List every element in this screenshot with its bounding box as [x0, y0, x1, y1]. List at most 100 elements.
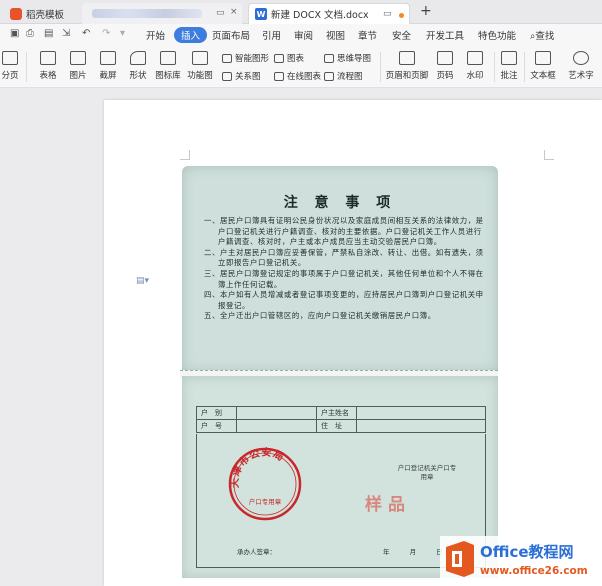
table-row: 户 号 住 址: [196, 419, 486, 433]
table-row: 户 别 户主姓名: [196, 406, 486, 420]
smart-art-button[interactable]: 智能图形: [222, 52, 269, 64]
search-label: 查找: [535, 31, 555, 42]
tab-bar: 稻壳模板 ▭ × W 新建 DOCX 文档.docx ▭ +: [0, 0, 602, 24]
notice-item: 一、居民户口簿具有证明公民身份状况以及家庭成员间相互关系的法律效力，是户口登记机…: [204, 216, 484, 247]
flowchart-button[interactable]: 流程图: [324, 70, 363, 82]
table-cell: 户 号: [196, 419, 237, 433]
menu-features[interactable]: 特色功能: [478, 28, 516, 42]
page-break-icon: [2, 51, 18, 65]
register-table: 户 别 户主姓名 户 号 住 址: [196, 406, 486, 433]
more-chevron-icon[interactable]: ▾: [120, 28, 125, 39]
blurred-tab-title: [92, 9, 202, 18]
picture-icon: [70, 51, 86, 65]
divider: [494, 52, 495, 82]
menu-security[interactable]: 安全: [392, 28, 411, 42]
writer-doc-icon: W: [255, 8, 267, 20]
textbox-icon: [535, 51, 551, 65]
tab-blurred[interactable]: ▭ ×: [82, 3, 242, 24]
ribbon: 分页 表格 图片 截屏 形状 图标库 功能图 智能图形 图表 思维导图 关系图 …: [0, 46, 602, 88]
page-break-label: 分页: [1, 71, 19, 81]
watermark-label: 水印: [466, 71, 484, 81]
page-number-label: 页码: [436, 71, 454, 81]
unsaved-dot-icon: [399, 11, 404, 21]
menu-references[interactable]: 引用: [262, 28, 281, 42]
relation-chart-button[interactable]: 关系图: [222, 70, 261, 82]
menu-view[interactable]: 视图: [326, 28, 345, 42]
menu-page-layout[interactable]: 页面布局: [212, 28, 250, 42]
page-number-button[interactable]: 页码: [432, 46, 458, 81]
watermark-button[interactable]: 水印: [462, 46, 488, 81]
menu-home[interactable]: 开始: [146, 28, 165, 42]
save-icon[interactable]: ▣: [10, 28, 19, 39]
online-chart-label: 在线图表: [287, 72, 322, 82]
icon-library-label: 图标库: [155, 71, 181, 81]
smart-art-icon: [222, 53, 232, 63]
notice-item: 五、全户迁出户口管辖区的，应向户口登记机关缴销居民户口簿。: [204, 311, 436, 321]
divider: [380, 52, 381, 82]
household-register-image[interactable]: 注 意 事 项 一、居民户口簿具有证明公民身份状况以及家庭成员间相互关系的法律效…: [180, 164, 498, 578]
tab-home[interactable]: 稻壳模板: [4, 3, 74, 24]
close-icon[interactable]: ×: [230, 7, 238, 17]
word-art-label: 艺术字: [568, 71, 594, 81]
mind-map-label: 思维导图: [337, 54, 372, 64]
table-cell: [236, 406, 317, 420]
screenshot-label: 截屏: [99, 71, 117, 81]
margin-corner-mark: [180, 150, 190, 160]
header-footer-icon: [399, 51, 415, 65]
mind-map-button[interactable]: 思维导图: [324, 52, 371, 64]
search-button[interactable]: ⌕查找: [530, 28, 554, 42]
picture-label: 图片: [69, 71, 87, 81]
stamp-inner-text: 户口专用章: [249, 497, 282, 506]
table-button[interactable]: 表格: [34, 46, 62, 81]
date-label: 年 月 日: [383, 548, 443, 556]
comment-button[interactable]: 批注: [498, 46, 520, 81]
monitor-icon[interactable]: ▭: [216, 8, 225, 18]
header-footer-button[interactable]: 页眉和页脚: [386, 46, 428, 81]
preview-icon[interactable]: ▤: [44, 28, 53, 39]
police-seal-stamp: 天津市公安局 户口专用章: [228, 446, 302, 521]
notice-title: 注 意 事 项: [283, 195, 397, 211]
menu-bar: ▣ ⎙ ▤ ⇲ ↶ ↷ ▾ 开始 插入 页面布局 引用 审阅 视图 章节 安全 …: [0, 24, 602, 46]
relation-chart-label: 关系图: [235, 72, 261, 82]
function-chart-button[interactable]: 功能图: [186, 46, 214, 81]
tab-document-label: 新建 DOCX 文档.docx: [271, 10, 369, 21]
chart-button[interactable]: 图表: [274, 52, 304, 64]
menu-chapter[interactable]: 章节: [358, 28, 377, 42]
notice-body: 一、居民户口簿具有证明公民身份状况以及家庭成员间相互关系的法律效力，是户口登记机…: [204, 216, 484, 322]
word-art-icon: [573, 51, 589, 65]
tab-document[interactable]: W 新建 DOCX 文档.docx ▭: [248, 3, 410, 24]
table-cell: [236, 419, 317, 433]
paragraph-handle-icon[interactable]: ▤▾: [136, 276, 149, 286]
docer-logo-icon: [10, 7, 22, 20]
menu-review[interactable]: 审阅: [294, 28, 313, 42]
menu-developer[interactable]: 开发工具: [426, 28, 464, 42]
flowchart-label: 流程图: [337, 72, 363, 82]
undo-icon[interactable]: ↶: [82, 28, 90, 39]
office-logo-icon: [446, 541, 474, 577]
stamp-text: 天津市公安局: [229, 446, 285, 488]
picture-button[interactable]: 图片: [64, 46, 92, 81]
divider: [26, 52, 27, 82]
print-icon[interactable]: ⎙: [26, 28, 34, 39]
table-cell: 住 址: [316, 419, 357, 433]
menu-insert[interactable]: 插入: [174, 27, 208, 43]
page-break-button[interactable]: 分页: [0, 46, 20, 81]
shape-button[interactable]: 形状: [124, 46, 152, 81]
icon-library-button[interactable]: 图标库: [154, 46, 182, 81]
word-art-button[interactable]: 艺术字: [564, 46, 598, 81]
watermark-brand: Office教程网: [480, 543, 574, 561]
monitor-icon[interactable]: ▭: [383, 9, 392, 19]
watermark-url: www.office26.com: [480, 565, 588, 577]
screenshot-button[interactable]: 截屏: [94, 46, 122, 81]
redo-icon[interactable]: ↷: [102, 28, 110, 39]
table-cell: [356, 406, 486, 420]
textbox-button[interactable]: 文本框: [528, 46, 558, 81]
register-notice-page: 注 意 事 项 一、居民户口簿具有证明公民身份状况以及家庭成员间相互关系的法律效…: [182, 166, 498, 372]
online-chart-button[interactable]: 在线图表: [274, 70, 321, 82]
new-tab-plus-icon[interactable]: +: [420, 3, 432, 19]
screenshot-icon: [100, 51, 116, 65]
notice-item: 四、本户如有人员增减或者登记事项变更的，应持居民户口簿到户口登记机关申报登记。: [204, 290, 484, 310]
export-icon[interactable]: ⇲: [62, 28, 70, 39]
watermark-icon: [467, 51, 483, 65]
page-number-icon: [437, 51, 453, 65]
